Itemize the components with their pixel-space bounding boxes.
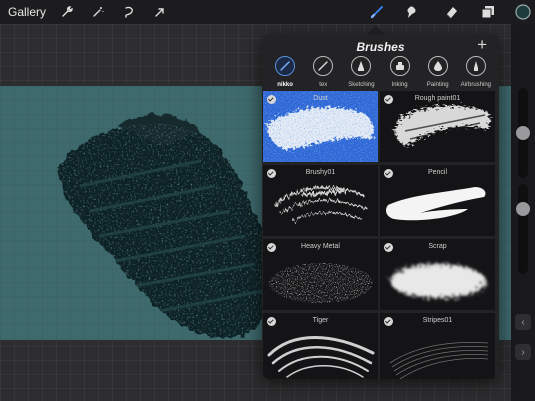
redo-button[interactable]: ›	[515, 344, 531, 360]
selection-icon[interactable]	[118, 1, 140, 23]
brush-set-label: Painting	[426, 82, 449, 88]
paint-drop-icon	[433, 61, 442, 71]
brush-icon	[318, 61, 328, 71]
opacity-slider[interactable]	[516, 184, 530, 274]
checkmark-icon	[384, 169, 393, 178]
opacity-knob[interactable]	[516, 202, 530, 216]
brush-tile-dust[interactable]: Dust	[263, 91, 378, 162]
brush-name: Dust	[313, 95, 328, 102]
brush-size-slider[interactable]	[516, 88, 530, 178]
checkmark-icon	[384, 243, 393, 252]
brush-name: Tiger	[312, 317, 329, 324]
brush-icon[interactable]	[366, 1, 388, 23]
checkmark-icon	[267, 95, 276, 104]
chevron-right-icon: ›	[521, 346, 525, 358]
smudge-icon[interactable]	[400, 1, 422, 23]
brush-name: Brushy01	[305, 169, 336, 176]
brush-set-label: Airbrushing	[460, 82, 492, 88]
checkmark-icon	[384, 95, 393, 104]
wrench-icon[interactable]	[56, 1, 78, 23]
brush-name: Rough paint01	[414, 95, 461, 102]
brush-name: Stripes01	[422, 317, 453, 324]
brushes-panel: Brushes + nikko tex Sketching Inking Pai…	[262, 34, 499, 379]
transform-arrow-icon[interactable]	[149, 1, 171, 23]
top-toolbar: Gallery	[0, 0, 535, 24]
brush-tile-heavy-metal[interactable]: Heavy Metal	[263, 239, 378, 310]
gallery-button[interactable]: Gallery	[0, 5, 52, 19]
brush-set-label: Sketching	[348, 82, 375, 88]
brush-tile-rough-paint01[interactable]: Rough paint01	[380, 91, 495, 162]
layers-icon[interactable]	[477, 1, 499, 23]
panel-title: Brushes	[356, 40, 405, 54]
brush-set-label: nikko	[277, 82, 293, 88]
checkmark-icon	[384, 317, 393, 326]
brush-set-label: tex	[319, 82, 328, 88]
pen-icon	[280, 61, 290, 71]
brush-size-knob[interactable]	[516, 126, 530, 140]
brush-tile-scrap[interactable]: Scrap	[380, 239, 495, 310]
brush-tile-tiger[interactable]: Tiger	[263, 313, 378, 379]
brush-name: Pencil	[427, 169, 448, 176]
brush-grid: Dust Rough paint01 Brushy01 Pencil Heavy…	[263, 91, 498, 379]
brush-tile-pencil[interactable]: Pencil	[380, 165, 495, 236]
checkmark-icon	[267, 169, 276, 178]
brush-set-label: Inking	[391, 82, 408, 88]
right-sidebar: ‹ ›	[511, 24, 535, 401]
brush-name: Heavy Metal	[301, 243, 340, 250]
pencil-tip-icon	[358, 61, 365, 71]
brush-tile-stripes01[interactable]: Stripes01	[380, 313, 495, 379]
ink-pot-icon	[395, 62, 404, 70]
undo-button[interactable]: ‹	[515, 314, 531, 330]
color-icon[interactable]	[512, 1, 534, 23]
checkmark-icon	[267, 243, 276, 252]
add-brush-button[interactable]: +	[477, 35, 487, 55]
airbrush-icon	[473, 61, 478, 71]
chevron-left-icon: ‹	[521, 316, 525, 328]
brush-name: Scrap	[428, 243, 447, 250]
brush-tile-brushy01[interactable]: Brushy01	[263, 165, 378, 236]
magic-wand-icon[interactable]	[87, 1, 109, 23]
eraser-icon[interactable]	[441, 1, 463, 23]
checkmark-icon	[267, 317, 276, 326]
